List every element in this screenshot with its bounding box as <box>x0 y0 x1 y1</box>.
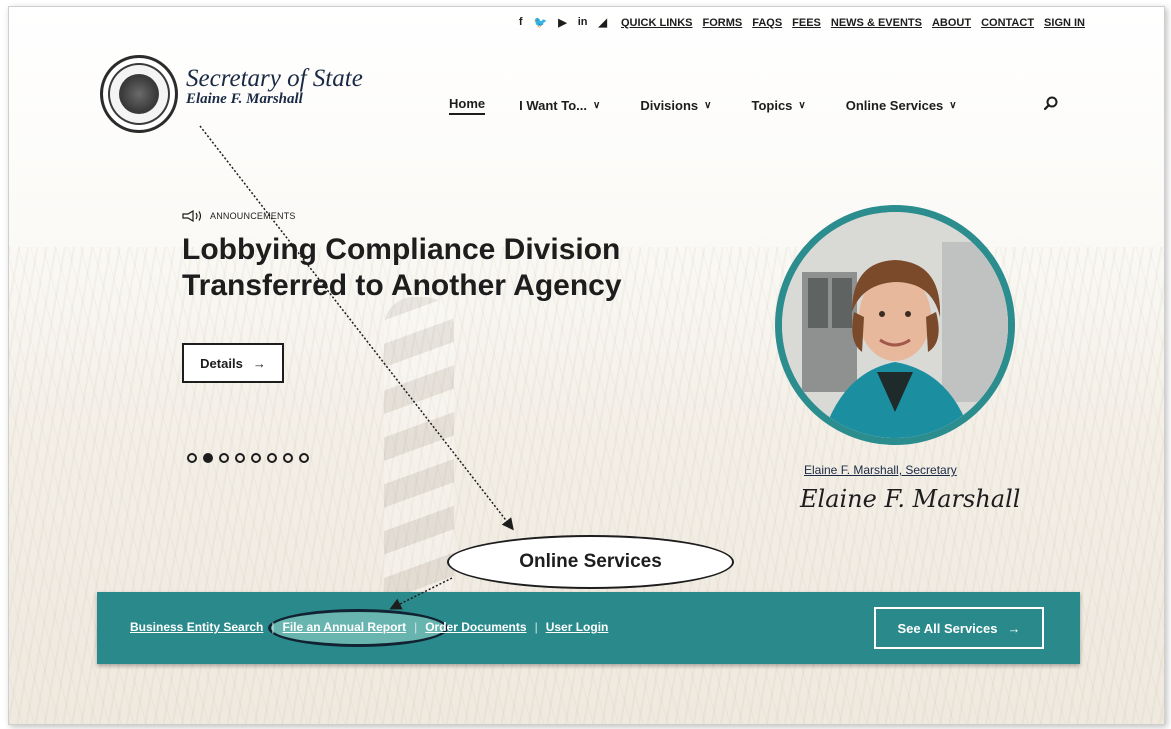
carousel-dot[interactable] <box>267 453 277 463</box>
utility-bar: f 🐦 ▶ in ◢ QUICK LINKS FORMS FAQS FEES N… <box>519 16 1085 29</box>
chevron-down-icon: ∨ <box>798 100 806 111</box>
announcement-tag: ANNOUNCEMENTS <box>182 210 296 222</box>
youtube-icon[interactable]: ▶ <box>558 16 566 29</box>
twitter-icon[interactable]: 🐦 <box>534 16 548 29</box>
portrait-photo <box>782 212 1008 438</box>
brand-subtitle: Elaine F. Marshall <box>186 91 303 107</box>
link-order-documents[interactable]: Order Documents <box>425 620 526 634</box>
chevron-down-icon: ∨ <box>949 100 957 111</box>
megaphone-icon <box>182 210 202 222</box>
link-separator: | <box>414 620 418 634</box>
hero-headline-line1: Lobbying Compliance Division <box>182 233 621 266</box>
announcement-label: ANNOUNCEMENTS <box>210 211 296 221</box>
see-all-services-label: See All Services <box>897 620 998 636</box>
link-separator: | <box>534 620 538 634</box>
utility-link-sign-in[interactable]: SIGN IN <box>1044 17 1085 29</box>
annotation-label: Online Services <box>519 551 662 572</box>
hero-headline: Lobbying Compliance Division Transferred… <box>182 232 662 304</box>
details-button[interactable]: Details → <box>182 343 284 383</box>
utility-link-forms[interactable]: FORMS <box>702 17 742 29</box>
main-nav: Home I Want To... ∨ Divisions ∨ Topics ∨ On… <box>449 96 997 115</box>
carousel-dot[interactable] <box>299 453 309 463</box>
see-all-services-button[interactable]: See All Services → <box>874 607 1044 649</box>
chevron-down-icon: ∨ <box>704 100 712 111</box>
nav-online-services[interactable]: Online Services ∨ <box>846 98 957 113</box>
carousel-dot[interactable] <box>283 453 293 463</box>
secretary-signature: Elaine F. Marshall <box>800 485 1021 513</box>
nav-topics-label: Topics <box>751 98 793 113</box>
details-button-label: Details <box>200 355 243 371</box>
secretary-portrait <box>775 205 1015 445</box>
seal-emblem <box>119 74 159 114</box>
carousel-dot[interactable] <box>235 453 245 463</box>
nav-home[interactable]: Home <box>449 96 486 115</box>
online-services-annotation: Online Services <box>447 535 734 589</box>
utility-link-quick-links[interactable]: QUICK LINKS <box>621 17 693 29</box>
background-lighthouse <box>384 297 454 597</box>
brand[interactable]: Secretary of State Elaine F. Marshall <box>186 66 363 108</box>
arrow-right-icon: → <box>1007 620 1021 636</box>
carousel-dot[interactable] <box>203 453 213 463</box>
carousel-dot[interactable] <box>219 453 229 463</box>
utility-link-news-events[interactable]: NEWS & EVENTS <box>831 17 922 29</box>
link-separator: | <box>271 620 275 634</box>
nav-divisions[interactable]: Divisions ∨ <box>640 98 711 113</box>
nav-topics[interactable]: Topics ∨ <box>751 98 805 113</box>
search-icon[interactable] <box>1043 96 1059 112</box>
carousel-dot[interactable] <box>251 453 261 463</box>
portrait-illustration <box>782 212 1008 438</box>
utility-link-faqs[interactable]: FAQS <box>752 17 782 29</box>
hero-headline-line2: Transferred to Another Agency <box>182 269 622 302</box>
carousel-dot[interactable] <box>187 453 197 463</box>
link-file-annual-report[interactable]: File an Annual Report <box>283 620 407 634</box>
nav-home-label: Home <box>449 96 486 111</box>
service-links: Business Entity Search | File an Annual … <box>130 620 608 634</box>
nav-online-services-label: Online Services <box>845 98 944 113</box>
chevron-down-icon: ∨ <box>593 100 601 111</box>
utility-link-fees[interactable]: FEES <box>792 17 821 29</box>
secretary-name-link[interactable]: Elaine F. Marshall, Secretary <box>804 463 957 477</box>
state-seal-logo[interactable] <box>100 55 178 133</box>
brand-title: Secretary of State <box>186 65 363 92</box>
facebook-icon[interactable]: f <box>519 16 523 29</box>
link-business-entity-search[interactable]: Business Entity Search <box>130 620 263 634</box>
nav-i-want-to[interactable]: I Want To... ∨ <box>519 98 600 113</box>
nav-i-want-to-label: I Want To... <box>519 98 588 113</box>
nav-divisions-label: Divisions <box>640 98 699 113</box>
rss-icon[interactable]: ◢ <box>599 16 607 29</box>
utility-link-about[interactable]: ABOUT <box>932 17 971 29</box>
utility-link-contact[interactable]: CONTACT <box>981 17 1034 29</box>
social-links: f 🐦 ▶ in ◢ <box>519 16 607 29</box>
carousel-dots <box>187 453 309 463</box>
arrow-right-icon: → <box>252 355 266 371</box>
online-services-bar: Business Entity Search | File an Annual … <box>97 592 1080 664</box>
linkedin-icon[interactable]: in <box>578 16 588 29</box>
link-user-login[interactable]: User Login <box>546 620 609 634</box>
